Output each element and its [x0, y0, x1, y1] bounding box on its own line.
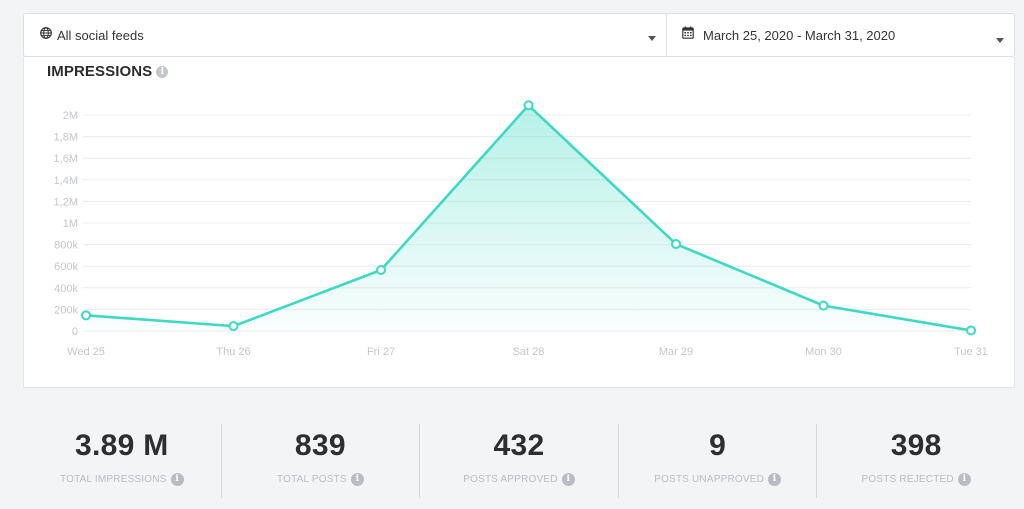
- x-tick-label: Thu 26: [216, 346, 250, 358]
- stat-value: 839: [294, 429, 346, 462]
- info-icon[interactable]: i: [768, 473, 782, 486]
- data-point[interactable]: [818, 300, 829, 311]
- x-tick-label: Sat 28: [513, 346, 545, 358]
- chevron-down-icon: [648, 36, 656, 41]
- x-tick-label: Mar 29: [659, 346, 693, 358]
- stat-label: POSTS UNAPPROVED: [654, 474, 765, 485]
- x-axis: Wed 25 Thu 26 Fri 27 Sat 28 Mar 29 Mon 30 Tue …: [67, 346, 988, 358]
- y-tick-label: 2M: [63, 110, 78, 122]
- stat-posts-approved: 432 POSTS APPROVED i: [420, 424, 619, 498]
- x-tick-label: Wed 25: [67, 346, 105, 358]
- y-tick-label: 1,6M: [54, 153, 78, 165]
- x-tick-label: Fri 27: [367, 346, 395, 358]
- y-tick-label: 200k: [54, 304, 78, 316]
- y-axis: 0 200k 400k 600k 800k 1M 1,2M 1,4M 1,6M 1,8M 2M: [54, 110, 79, 338]
- stat-total-impressions: 3.89 M TOTAL IMPRESSIONS i: [23, 424, 222, 498]
- stat-label: TOTAL POSTS: [276, 474, 347, 485]
- y-tick-label: 0: [72, 326, 78, 338]
- y-tick-label: 1,2M: [54, 196, 78, 208]
- y-tick-label: 1M: [63, 218, 78, 230]
- y-tick-label: 1,4M: [54, 175, 78, 187]
- data-point[interactable]: [228, 321, 239, 332]
- calendar-icon: [682, 26, 694, 44]
- impressions-chart-card: IMPRESSIONS i 0 200k 400k 600k 800k 1M 1,2M 1,4…: [23, 57, 1015, 388]
- info-icon[interactable]: i: [957, 473, 971, 486]
- y-tick-label: 1,8M: [54, 132, 78, 144]
- stat-value: 3.89 M: [75, 429, 169, 462]
- stat-value: 9: [709, 429, 727, 462]
- stat-value: 398: [890, 429, 942, 462]
- date-range-label: March 25, 2020 - March 31, 2020: [703, 27, 896, 43]
- date-range-dropdown[interactable]: March 25, 2020 - March 31, 2020: [667, 14, 1014, 56]
- y-tick-label: 800k: [54, 240, 78, 252]
- info-icon[interactable]: i: [170, 473, 184, 486]
- social-feeds-dropdown[interactable]: All social feeds: [24, 14, 667, 56]
- chevron-down-icon: [996, 38, 1004, 43]
- social-feeds-label: All social feeds: [57, 27, 144, 43]
- info-icon[interactable]: i: [350, 473, 364, 486]
- data-point[interactable]: [966, 325, 976, 336]
- data-point[interactable]: [81, 310, 91, 321]
- stat-label: POSTS APPROVED: [463, 474, 558, 485]
- impressions-chart: 0 200k 400k 600k 800k 1M 1,2M 1,4M 1,6M 1,8M 2M We…: [54, 100, 988, 358]
- data-point[interactable]: [523, 100, 534, 111]
- series-area: [86, 105, 971, 331]
- y-tick-label: 600k: [54, 261, 78, 273]
- stat-total-posts: 839 TOTAL POSTS i: [222, 424, 421, 498]
- stat-value: 432: [493, 429, 545, 462]
- globe-icon: [40, 26, 52, 44]
- data-point[interactable]: [376, 264, 386, 275]
- stat-label: TOTAL IMPRESSIONS: [60, 474, 167, 485]
- y-tick-label: 400k: [54, 283, 78, 295]
- stat-posts-unapproved: 9 POSTS UNAPPROVED i: [619, 424, 818, 498]
- stat-posts-rejected: 398 POSTS REJECTED i: [817, 424, 1015, 498]
- data-point[interactable]: [671, 239, 681, 250]
- stat-label: POSTS REJECTED: [861, 474, 954, 485]
- stats-row: 3.89 M TOTAL IMPRESSIONS i 839 TOTAL POST…: [23, 424, 1015, 498]
- x-tick-label: Tue 31: [954, 346, 988, 358]
- filter-bar: All social feeds March 25, 2020 - March …: [23, 13, 1015, 57]
- info-icon[interactable]: i: [561, 473, 575, 486]
- x-tick-label: Mon 30: [805, 346, 842, 358]
